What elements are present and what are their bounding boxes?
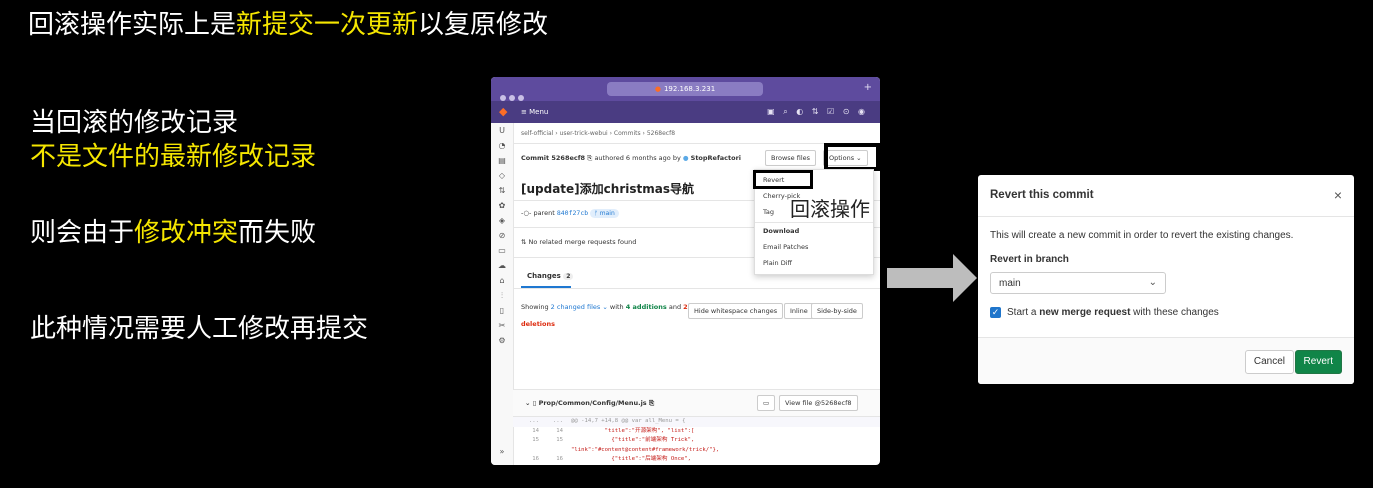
close-icon[interactable]: × <box>1334 187 1342 203</box>
bullet-1: 当回滚的修改记录 不是文件的最新修改记录 <box>30 108 317 172</box>
gitlab-logo-icon[interactable]: ◆ <box>499 105 507 118</box>
hide-whitespace-button[interactable]: Hide whitespace changes <box>688 303 784 319</box>
cancel-button[interactable]: Cancel <box>1244 350 1294 374</box>
modal-description: This will create a new commit in order t… <box>990 230 1294 241</box>
code-text: {"title":"后端架构 Once", <box>571 456 692 462</box>
branch-select-value: main <box>999 278 1021 289</box>
view-file-button[interactable]: View file @5268ecf8 <box>779 395 858 411</box>
sidebar-icon-packages[interactable]: ⌂ <box>491 273 513 288</box>
divider <box>978 216 1354 217</box>
options-highlight-box <box>824 143 880 171</box>
parent-commit: -○- parent 840f27cb ᚠ main <box>521 209 619 218</box>
sidebar-icon-security[interactable]: ◈ <box>491 213 513 228</box>
browse-files-button[interactable]: Browse files <box>765 150 817 166</box>
diff-line: ...... @@ -14,7 +14,8 @@ var all_Menu = { <box>513 417 880 427</box>
code-text: "link":"#content@content#framework/trick… <box>571 446 720 453</box>
modal-title: Revert this commit <box>990 189 1094 201</box>
code-text: "title":"开源架构", "list":[ <box>571 427 695 434</box>
comment-icon[interactable]: ▭ <box>757 395 776 411</box>
project-sidebar: U ◔ ▤ ◇ ⇅ ✿ ◈ ⊘ ▭ ☁ ⌂ ⫶ ▯ ✂ ⚙ » <box>491 123 514 465</box>
revert-highlight-box <box>753 170 813 189</box>
commit-title: [update]添加christmas导航 <box>521 182 694 196</box>
new-line-number[interactable]: 15 <box>541 436 563 446</box>
slide-title: 回滚操作实际上是新提交一次更新以复原修改 <box>28 10 549 40</box>
branch-badge[interactable]: ᚠ main <box>590 209 619 218</box>
collapse-sidebar-icon[interactable]: » <box>491 444 513 459</box>
diff-line: 14 14 "title":"开源架构", "list":[ <box>513 427 880 437</box>
bullet-3: 此种情况需要人工修改再提交 <box>30 314 369 344</box>
browser-titlebar: ● 192.168.3.231 + <box>491 77 880 101</box>
sidebar-icon-snippets[interactable]: ✂ <box>491 318 513 333</box>
modal-footer: Cancel Revert <box>978 337 1354 384</box>
new-line-number[interactable]: 16 <box>541 455 563 465</box>
divider <box>755 222 873 223</box>
sidebar-icon-deploy[interactable]: ⊘ <box>491 228 513 243</box>
breadcrumb[interactable]: self-official › user-trick-webui › Commi… <box>521 130 675 137</box>
sidebar-icon-repo[interactable]: ▤ <box>491 153 513 168</box>
sidebar-icon-settings[interactable]: ⚙ <box>491 333 513 348</box>
code-text: "link":"#content@content#framework/once/… <box>571 465 716 466</box>
divider <box>513 288 880 289</box>
revert-commit-modal: Revert this commit × This will create a … <box>978 175 1354 384</box>
topnav-icons[interactable]: ▣ ⌕ ◐ ⇅ ☑ ⊙ ◉ <box>767 107 868 117</box>
revert-button[interactable]: Revert <box>1294 350 1342 374</box>
sidebar-icon-cicd[interactable]: ✿ <box>491 198 513 213</box>
parent-hash-link[interactable]: 840f27cb <box>557 209 588 217</box>
sidebar-icon-monitor[interactable]: ▭ <box>491 243 513 258</box>
diff-code: ...... @@ -14,7 +14,8 @@ var all_Menu = {… <box>513 417 880 465</box>
sidebar-icon-issues[interactable]: ◇ <box>491 168 513 183</box>
diff-line: 15 15 {"title":"前端架构 Trick", <box>513 436 880 446</box>
old-line-number[interactable]: 14 <box>517 427 539 437</box>
changed-files-dropdown[interactable]: 2 changed files ⌄ <box>551 303 608 311</box>
sidebar-icon-mr[interactable]: ⇅ <box>491 183 513 198</box>
new-line-number[interactable]: 14 <box>541 427 563 437</box>
diff-stats: Showing 2 changed files ⌄ with 4 additio… <box>521 303 688 328</box>
old-line-number[interactable]: 15 <box>517 436 539 446</box>
inline-view-button[interactable]: Inline <box>784 303 814 319</box>
merge-request-checkbox-label[interactable]: Start a new merge request with these cha… <box>1007 307 1219 318</box>
code-text: @@ -14,7 +14,8 @@ var all_Menu = { <box>571 418 686 424</box>
commit-header: Commit 5268ecf8 ⎘ authored 6 months ago … <box>521 154 742 162</box>
sidebar-icon-info[interactable]: ◔ <box>491 138 513 153</box>
merge-request-info: ⇅ No related merge requests found <box>521 238 637 246</box>
right-arrow-icon <box>887 254 977 302</box>
gitlab-favicon-icon: ● <box>654 85 661 93</box>
merge-request-icon: ⇅ <box>521 238 527 246</box>
revert-branch-label: Revert in branch <box>990 254 1069 265</box>
gitlab-topnav: ◆ ≡ Menu ▣ ⌕ ◐ ⇅ ☑ ⊙ ◉ <box>491 101 880 123</box>
sidebar-icon-analytics[interactable]: ⫶ <box>491 288 513 303</box>
sidebar-icon-infra[interactable]: ☁ <box>491 258 513 273</box>
diff-line: "link":"#content@content#framework/trick… <box>513 446 880 456</box>
old-line-number[interactable]: 16 <box>517 455 539 465</box>
menu-button[interactable]: ≡ Menu <box>521 108 548 116</box>
side-by-side-button[interactable]: Side-by-side <box>811 303 863 319</box>
bullet-2: 则会由于修改冲突而失败 <box>30 218 317 248</box>
new-tab-icon[interactable]: + <box>864 82 872 93</box>
branch-select[interactable]: main ⌄ <box>990 272 1166 294</box>
plain-diff-menu-item[interactable]: Plain Diff <box>763 259 792 267</box>
annotation-label: 回滚操作 <box>790 197 870 221</box>
merge-request-checkbox[interactable]: ✓ <box>990 307 1001 318</box>
tag-menu-item[interactable]: Tag <box>763 208 774 216</box>
tab-changes[interactable]: Changes 2 <box>527 272 574 280</box>
copy-icon[interactable]: ⎘ <box>587 154 592 162</box>
diff-line: 16 16 {"title":"后端架构 Once", <box>513 455 880 465</box>
address-bar[interactable]: ● 192.168.3.231 <box>607 82 763 96</box>
code-text: {"title":"前端架构 Trick", <box>571 437 695 443</box>
sidebar-icon-wiki[interactable]: ▯ <box>491 303 513 318</box>
new-line-number[interactable]: ... <box>541 417 563 427</box>
email-patches-menu-item[interactable]: Email Patches <box>763 243 808 251</box>
project-avatar[interactable]: U <box>491 123 513 138</box>
author-link[interactable]: StopRefactori <box>691 154 741 162</box>
file-path[interactable]: ⌄ ▯ Prop/Common/Config/Menu.js ⎘ <box>525 399 654 408</box>
download-header: Download <box>763 227 800 235</box>
author-avatar[interactable]: ● <box>683 154 689 162</box>
old-line-number[interactable]: ... <box>517 417 539 427</box>
diff-file-header: ⌄ ▯ Prop/Common/Config/Menu.js ⎘ ▭ View … <box>513 389 880 417</box>
commit-icon: -○- <box>521 209 532 217</box>
diff-line: "link":"#content@content#framework/once/… <box>513 465 880 466</box>
chevron-down-icon: ⌄ <box>1148 277 1157 288</box>
